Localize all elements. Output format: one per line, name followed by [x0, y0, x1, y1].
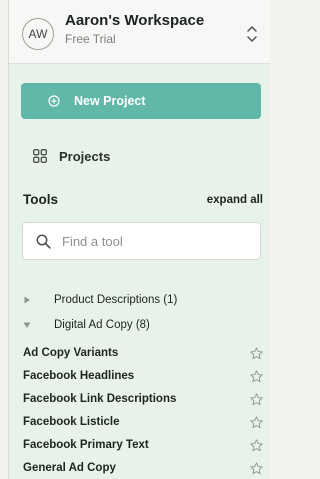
tool-item-label: Facebook Link Descriptions	[23, 393, 177, 405]
category-label: Digital Ad Copy (8)	[54, 319, 150, 331]
new-project-label: New Project	[74, 94, 146, 108]
caret-right-icon	[24, 296, 30, 304]
plus-circle-icon	[48, 95, 60, 107]
tool-item[interactable]: Facebook Headlines	[23, 367, 263, 385]
star-outline-icon[interactable]	[250, 461, 263, 475]
tool-item[interactable]: Facebook Link Descriptions	[23, 390, 263, 408]
caret-down-icon	[23, 322, 31, 328]
tool-item-label: Ad Copy Variants	[23, 347, 119, 359]
workspace-name: Aaron's Workspace	[65, 12, 205, 29]
workspace-header[interactable]: AW Aaron's Workspace Free Trial	[9, 0, 270, 64]
star-outline-icon[interactable]	[250, 438, 263, 452]
new-project-button[interactable]: New Project	[21, 83, 261, 119]
expand-all-link[interactable]: expand all	[207, 194, 263, 206]
grid-icon	[33, 149, 47, 163]
tools-header: Tools expand all	[23, 192, 263, 210]
workspace-plan: Free Trial	[65, 32, 116, 46]
tool-search-input[interactable]	[62, 233, 242, 249]
tool-item[interactable]: General Ad Copy	[23, 459, 263, 477]
star-outline-icon[interactable]	[250, 369, 263, 383]
star-outline-icon[interactable]	[250, 415, 263, 429]
search-icon	[36, 234, 51, 249]
chevron-up-down-icon[interactable]	[245, 23, 259, 45]
tools-title: Tools	[23, 192, 58, 207]
tool-search-box[interactable]	[22, 222, 261, 260]
tool-item-label: General Ad Copy	[23, 462, 116, 474]
avatar: AW	[22, 18, 54, 50]
projects-link[interactable]: Projects	[33, 145, 110, 167]
projects-label: Projects	[59, 148, 111, 164]
tool-item-label: Facebook Headlines	[23, 370, 135, 382]
tool-item-label: Facebook Primary Text	[23, 439, 149, 451]
tool-item[interactable]: Facebook Primary Text	[23, 436, 263, 454]
sidebar: AW Aaron's Workspace Free Trial New Proj…	[8, 0, 270, 479]
tool-item[interactable]: Facebook Listicle	[23, 413, 263, 431]
tool-item-label: Facebook Listicle	[23, 416, 120, 428]
category-digital-ad-copy[interactable]: Digital Ad Copy (8)	[23, 316, 150, 334]
category-label: Product Descriptions (1)	[54, 294, 178, 306]
star-outline-icon[interactable]	[250, 346, 263, 360]
tool-item[interactable]: Ad Copy Variants	[23, 344, 263, 362]
category-product-descriptions[interactable]: Product Descriptions (1)	[23, 291, 177, 309]
star-outline-icon[interactable]	[250, 392, 263, 406]
